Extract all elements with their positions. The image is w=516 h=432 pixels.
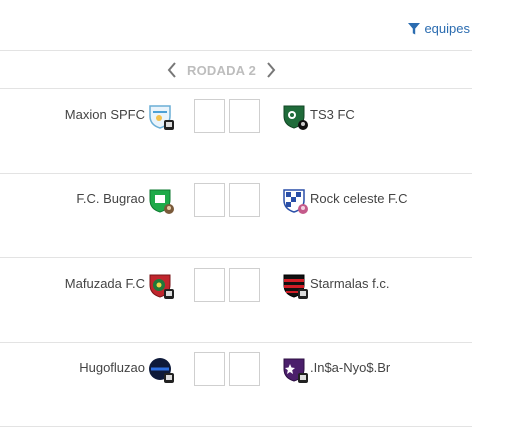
home-score-input[interactable] [194, 183, 225, 217]
rodada-panel: equipes RODADA 2 Maxion SPFC TS3 FC F.C.… [0, 0, 472, 432]
home-score-input[interactable] [194, 268, 225, 302]
away-team-name: Starmalas f.c. [310, 276, 390, 291]
teams-filter-label: equipes [424, 21, 470, 36]
chevron-right-icon [267, 62, 276, 78]
away-team-crest-icon [281, 103, 308, 130]
away-team-crest-icon [281, 356, 308, 383]
match-row: F.C. Bugrao Rock celeste F.C [0, 173, 472, 258]
away-team-name: Rock celeste F.C [310, 191, 408, 206]
away-team-name: .In$a-Nyo$.Br [310, 360, 391, 375]
away-score-input[interactable] [229, 183, 260, 217]
away-team-crest-icon [281, 272, 308, 299]
away-score-input[interactable] [229, 352, 260, 386]
home-team-crest-icon [147, 356, 174, 383]
away-score-input[interactable] [229, 268, 260, 302]
away-team-crest-icon [281, 187, 308, 214]
home-team-crest-icon [147, 272, 174, 299]
round-navigator: RODADA 2 [0, 51, 472, 89]
away-score-input[interactable] [229, 99, 260, 133]
filter-icon [408, 22, 421, 34]
home-team-name: Maxion SPFC [64, 107, 145, 122]
home-score-input[interactable] [194, 99, 225, 133]
home-score-input[interactable] [194, 352, 225, 386]
match-row: Hugofluzao .In$a-Nyo$.Br [0, 342, 472, 427]
home-team-name: Mafuzada F.C [64, 276, 145, 291]
home-team-name: Hugofluzao [79, 360, 145, 375]
round-label: RODADA 2 [187, 62, 257, 78]
chevron-left-icon [167, 62, 176, 78]
match-row: Mafuzada F.C Starmalas f.c. [0, 258, 472, 343]
home-team-crest-icon [147, 187, 174, 214]
top-toolbar: equipes [0, 0, 472, 51]
teams-filter-link[interactable]: equipes [408, 21, 470, 36]
prev-round-button[interactable] [164, 59, 180, 81]
home-team-crest-icon [147, 103, 174, 130]
home-team-name: F.C. Bugrao [76, 191, 145, 206]
match-row: Maxion SPFC TS3 FC [0, 89, 472, 174]
next-round-button[interactable] [263, 59, 279, 81]
away-team-name: TS3 FC [310, 107, 355, 122]
